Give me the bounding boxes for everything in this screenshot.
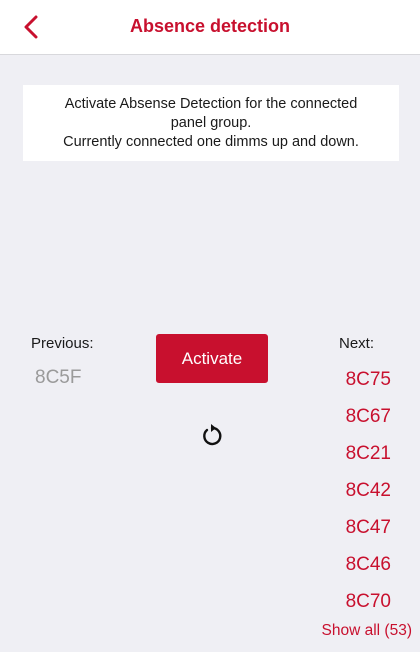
next-panel-item[interactable]: 8C75 (311, 365, 391, 402)
next-panel-item[interactable]: 8C47 (311, 513, 391, 550)
next-panel-item[interactable]: 8C46 (311, 550, 391, 587)
next-panel-item[interactable]: 8C70 (311, 587, 391, 624)
info-line: Activate Absense Detection for the conne… (64, 96, 358, 112)
activate-button[interactable]: Activate (156, 334, 268, 383)
previous-label: Previous: (31, 335, 94, 352)
navigation-bar: Absence detection (0, 0, 420, 55)
next-panel-item[interactable]: 8C67 (311, 402, 391, 439)
info-line: panel group. (170, 115, 252, 131)
next-panel-item[interactable]: 8C42 (311, 476, 391, 513)
next-label: Next: (339, 335, 375, 352)
info-line: Currently connected one dimms up and dow… (63, 134, 359, 150)
refresh-icon (203, 424, 222, 446)
next-panel-list: 8C75 8C67 8C21 8C42 8C47 8C46 8C70 (311, 365, 391, 624)
refresh-button[interactable] (199, 420, 225, 450)
info-box: Activate Absense Detection for the conne… (23, 85, 399, 161)
previous-panel-value: 8C5F (35, 367, 82, 388)
next-panel-item[interactable]: 8C21 (311, 439, 391, 476)
page-title: Absence detection (129, 16, 291, 36)
show-all-link[interactable]: Show all (53) (322, 622, 412, 640)
